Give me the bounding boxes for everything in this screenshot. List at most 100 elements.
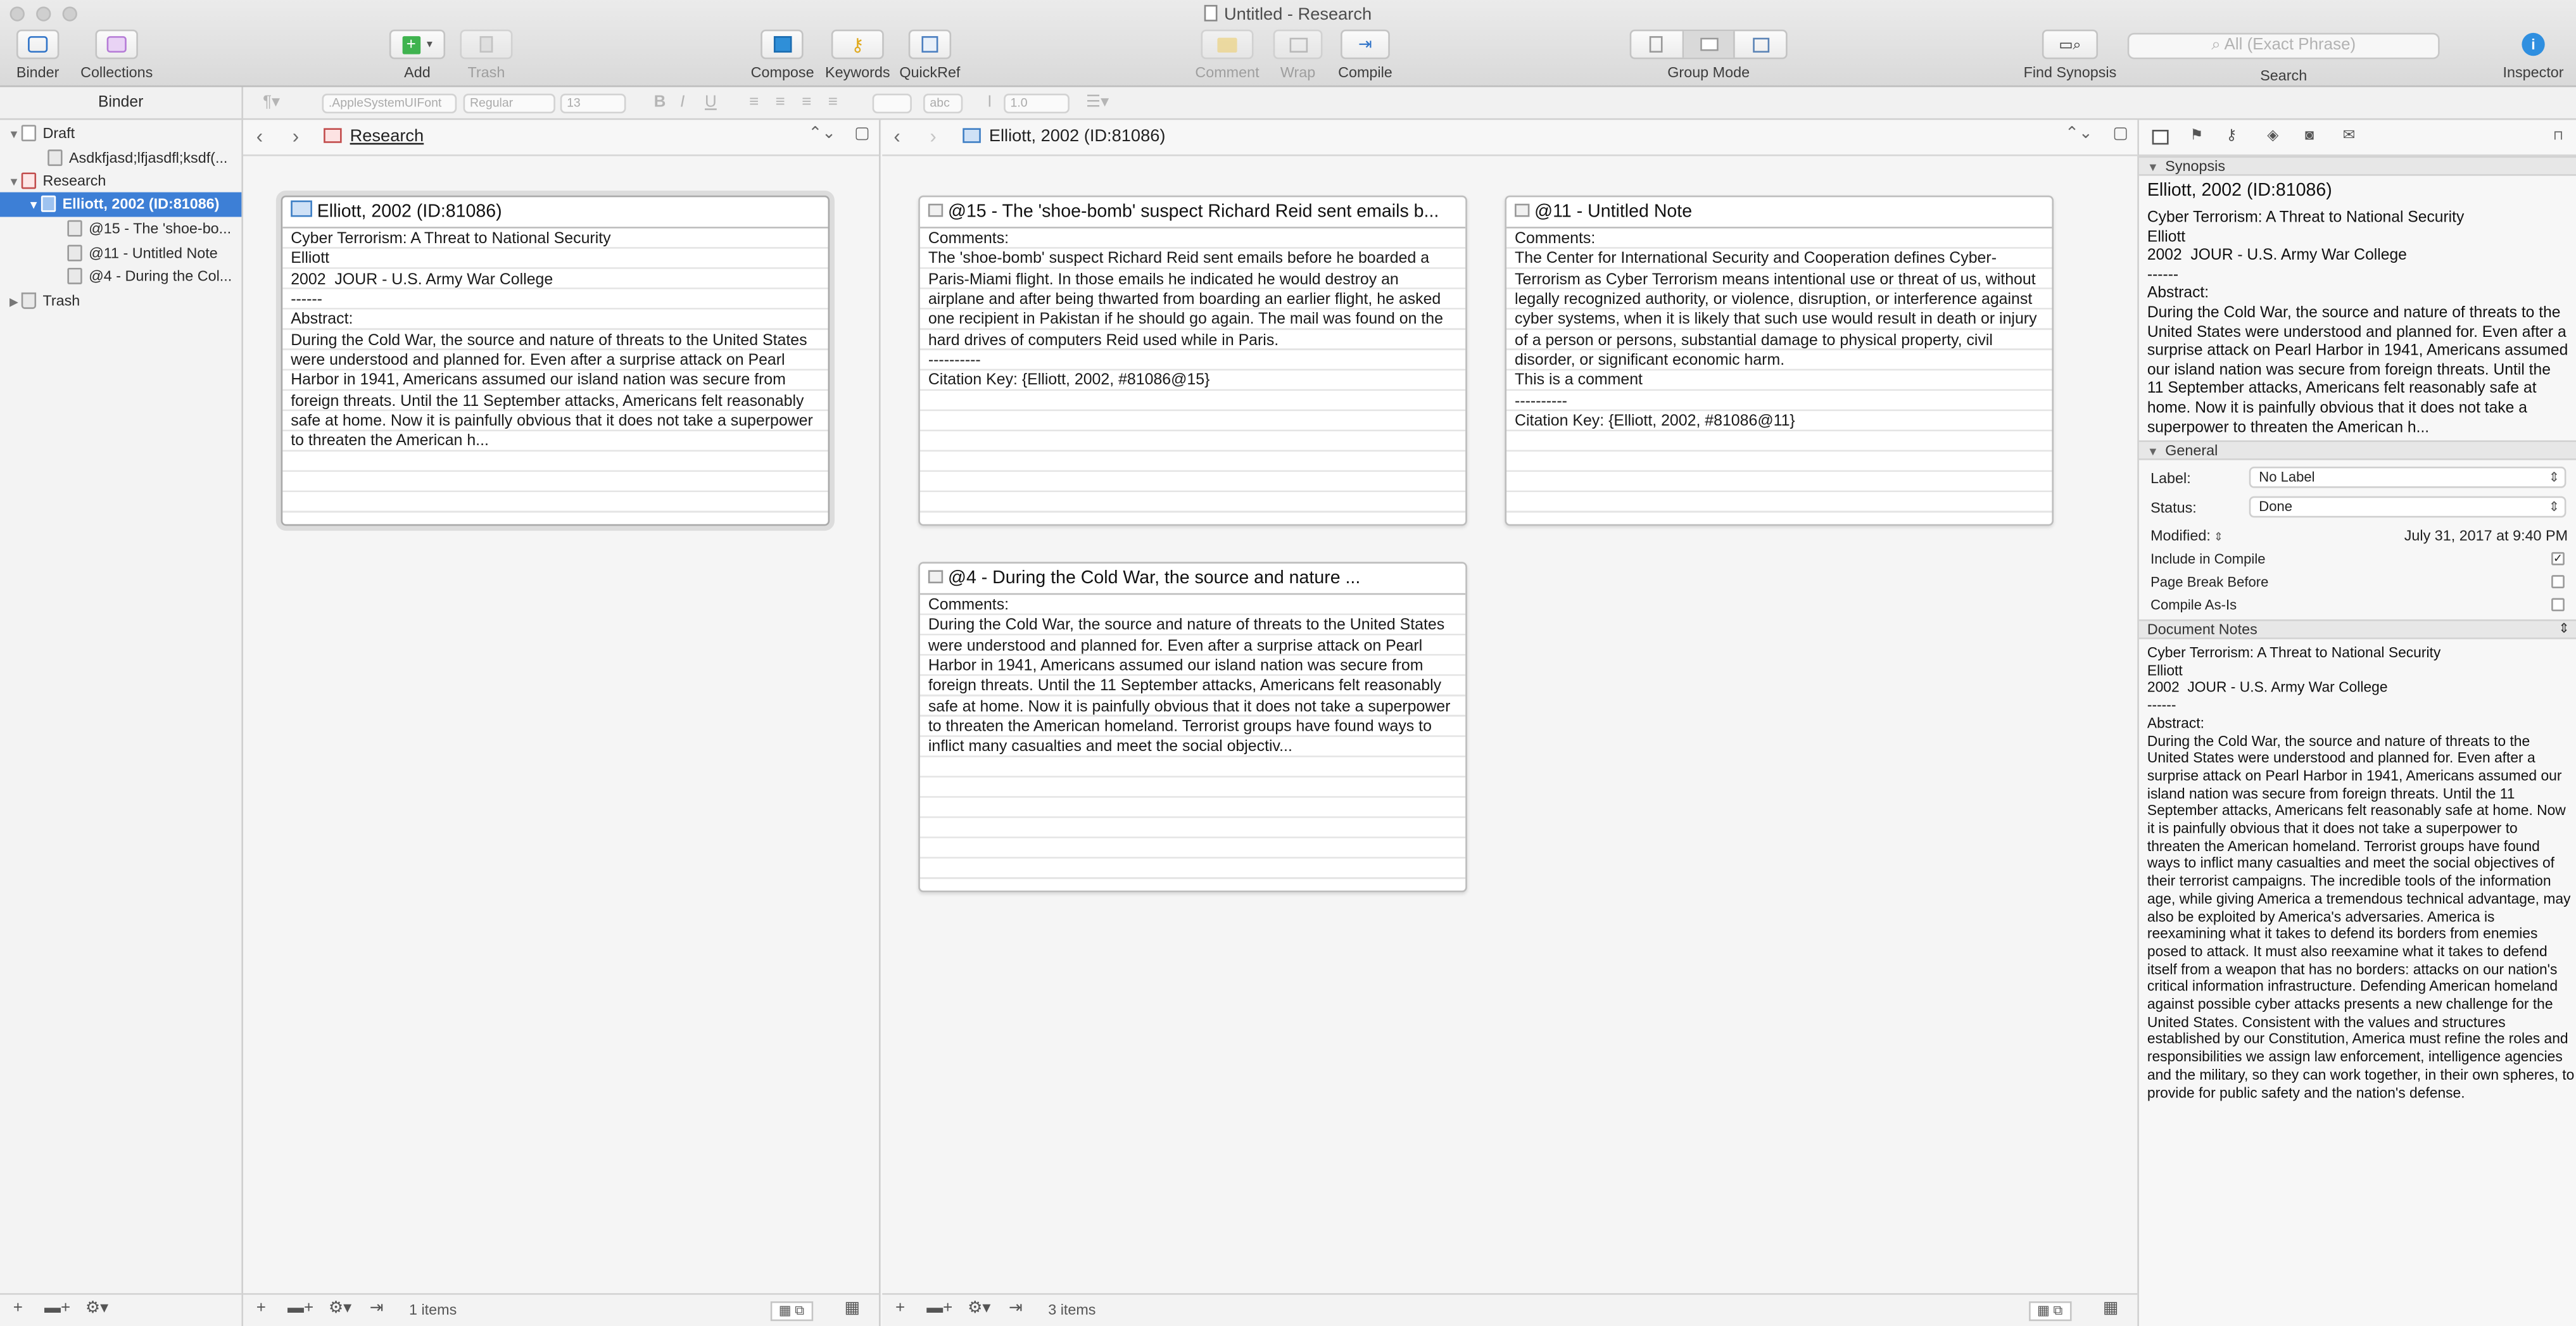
trash-button[interactable]: Trash bbox=[460, 29, 513, 80]
line-spacing-select[interactable]: 1.0 bbox=[1004, 93, 1070, 114]
add-card-button[interactable]: + bbox=[895, 1299, 905, 1318]
bold-button[interactable]: B bbox=[654, 94, 666, 112]
scrivenings-mode-icon[interactable] bbox=[1631, 31, 1684, 58]
synopsis-text[interactable]: Cyber Terrorism: A Threat to National Se… bbox=[2147, 209, 2571, 436]
draft-folder-icon bbox=[21, 125, 37, 142]
card-synopsis[interactable]: Comments: The 'shoe-bomb' suspect Richar… bbox=[920, 229, 1465, 393]
label-select[interactable]: No Label bbox=[2249, 466, 2567, 488]
binder-button[interactable]: Binder bbox=[11, 29, 64, 80]
text-color-select[interactable] bbox=[872, 93, 912, 114]
export-icon[interactable]: ⇥ bbox=[370, 1299, 384, 1318]
inspector-button[interactable]: i Inspector bbox=[2497, 30, 2569, 80]
quickref-button[interactable]: QuickRef bbox=[899, 29, 961, 80]
binder-item-draft[interactable]: ▼ Draft bbox=[0, 122, 241, 144]
index-card[interactable]: Elliott, 2002 (ID:81086) Cyber Terrorism… bbox=[281, 195, 830, 526]
navigate-up-down-icon[interactable]: ⌃⌄ bbox=[808, 125, 835, 143]
left-breadcrumb[interactable]: Research bbox=[324, 127, 424, 146]
list-style-icon[interactable]: ☰▾ bbox=[1086, 94, 1109, 112]
corkboard-mode-icon[interactable] bbox=[1683, 31, 1736, 58]
add-button[interactable]: + ▾ Add bbox=[389, 29, 446, 80]
binder-item-research[interactable]: ▼ Research bbox=[0, 169, 241, 192]
keywords-button[interactable]: ⚷ Keywords bbox=[823, 29, 892, 80]
card-synopsis[interactable]: Comments: During the Cold War, the sourc… bbox=[920, 595, 1465, 759]
font-size-select[interactable]: 13 bbox=[560, 93, 626, 114]
bookmark-tab-icon[interactable]: ⚑ bbox=[2190, 127, 2206, 143]
page-break-before-checkbox[interactable] bbox=[2551, 575, 2565, 588]
outliner-mode-icon[interactable] bbox=[1736, 31, 1786, 58]
compile-as-is-checkbox[interactable] bbox=[2551, 598, 2565, 612]
card-synopsis[interactable]: Comments: The Center for International S… bbox=[1506, 229, 2052, 433]
align-left-icon[interactable]: ≡ bbox=[749, 94, 759, 112]
index-card[interactable]: @11 - Untitled Note Comments: The Center… bbox=[1505, 195, 2054, 526]
document-notes-header[interactable]: Document Notes ⇕ bbox=[2138, 619, 2576, 640]
binder-item-note-15[interactable]: @15 - The 'shoe-bo... bbox=[0, 217, 241, 240]
navigate-up-down-icon[interactable]: ⌃⌄ bbox=[2065, 125, 2092, 143]
index-card[interactable]: @15 - The 'shoe-bomb' suspect Richard Re… bbox=[918, 195, 1467, 526]
card-layout-toggle[interactable]: ▦ ⧉ bbox=[770, 1301, 812, 1322]
add-item-button[interactable]: + bbox=[13, 1299, 23, 1318]
key-tab-icon[interactable]: ⚷ bbox=[2226, 127, 2242, 143]
split-toggle-icon[interactable]: ▢ bbox=[2112, 125, 2128, 143]
binder-item-elliott-2002[interactable]: ▼ Elliott, 2002 (ID:81086) bbox=[0, 192, 242, 217]
grid-view-icon[interactable]: ▦ bbox=[845, 1299, 861, 1318]
grid-view-icon[interactable]: ▦ bbox=[2103, 1299, 2119, 1318]
forward-arrow-icon[interactable]: › bbox=[293, 125, 299, 148]
comment-button[interactable]: Comment bbox=[1193, 29, 1262, 80]
folder-icon bbox=[291, 200, 312, 217]
split-toggle-icon[interactable]: ▢ bbox=[854, 125, 870, 143]
add-folder-button[interactable]: ▬+ bbox=[44, 1299, 70, 1318]
notes-menu-icon[interactable]: ⇕ bbox=[2558, 621, 2569, 638]
export-icon[interactable]: ⇥ bbox=[1009, 1299, 1023, 1318]
justify-icon[interactable]: ≡ bbox=[828, 94, 838, 112]
lock-icon[interactable]: ⊓ bbox=[2553, 128, 2570, 142]
general-section-header[interactable]: ▼ General bbox=[2138, 440, 2576, 460]
back-arrow-icon[interactable]: ‹ bbox=[893, 125, 900, 148]
binder-item-note-4[interactable]: @4 - During the Col... bbox=[0, 265, 241, 287]
find-synopsis-button[interactable]: ▭⌕ Find Synopsis bbox=[2019, 29, 2121, 80]
card-synopsis[interactable]: Cyber Terrorism: A Threat to National Se… bbox=[282, 229, 828, 453]
compile-button[interactable]: ⇥ Compile bbox=[1335, 29, 1394, 80]
document-notes-text[interactable]: Cyber Terrorism: A Threat to National Se… bbox=[2147, 644, 2575, 1101]
italic-button[interactable]: I bbox=[680, 94, 685, 112]
include-in-compile-checkbox[interactable]: ✓ bbox=[2551, 552, 2565, 565]
paragraph-style-icon[interactable]: ¶▾ bbox=[263, 94, 280, 112]
snapshot-tab-icon[interactable]: ◙ bbox=[2305, 127, 2321, 143]
binder-item-note-11[interactable]: @11 - Untitled Note bbox=[0, 241, 241, 264]
right-breadcrumb[interactable]: Elliott, 2002 (ID:81086) bbox=[963, 127, 1165, 146]
font-style-select[interactable]: Regular bbox=[463, 93, 555, 114]
disclosure-triangle-icon[interactable]: ▼ bbox=[6, 172, 21, 192]
status-select[interactable]: Done bbox=[2249, 496, 2567, 518]
add-folder-button[interactable]: ▬+ bbox=[926, 1299, 952, 1318]
modified-date: July 31, 2017 at 9:40 PM bbox=[2404, 527, 2568, 544]
gear-icon[interactable]: ⚙▾ bbox=[329, 1299, 351, 1318]
binder-item-draft-doc[interactable]: Asdkfjasd;lfjasdfl;ksdf(... bbox=[0, 146, 241, 169]
synopsis-title[interactable]: Elliott, 2002 (ID:81086) bbox=[2147, 179, 2571, 202]
index-card[interactable]: @4 - During the Cold War, the source and… bbox=[918, 562, 1467, 892]
group-mode-control[interactable]: Group Mode bbox=[1629, 29, 1788, 80]
document-icon bbox=[1204, 4, 1218, 22]
highlight-color-select[interactable]: abc bbox=[923, 93, 963, 114]
comments-tab-icon[interactable]: ✉ bbox=[2343, 127, 2359, 143]
align-right-icon[interactable]: ≡ bbox=[802, 94, 811, 112]
binder-item-trash[interactable]: ▶ Trash bbox=[0, 289, 241, 312]
underline-button[interactable]: U bbox=[705, 94, 717, 112]
forward-arrow-icon[interactable]: › bbox=[930, 125, 936, 148]
add-folder-button[interactable]: ▬+ bbox=[287, 1299, 313, 1318]
align-center-icon[interactable]: ≡ bbox=[776, 94, 785, 112]
compose-button[interactable]: Compose bbox=[751, 29, 814, 80]
gear-icon[interactable]: ⚙▾ bbox=[968, 1299, 990, 1318]
synopsis-section-header[interactable]: ▼ Synopsis bbox=[2138, 156, 2576, 176]
back-arrow-icon[interactable]: ‹ bbox=[256, 125, 263, 148]
notes-tab-icon[interactable] bbox=[2152, 129, 2169, 145]
disclosure-triangle-icon[interactable]: ▼ bbox=[6, 125, 21, 144]
disclosure-triangle-icon[interactable]: ▼ bbox=[27, 196, 41, 217]
gear-icon[interactable]: ⚙▾ bbox=[85, 1299, 108, 1318]
add-card-button[interactable]: + bbox=[256, 1299, 266, 1318]
disclosure-triangle-icon[interactable]: ▶ bbox=[6, 293, 21, 312]
tag-tab-icon[interactable]: ◈ bbox=[2267, 127, 2283, 143]
search-input[interactable]: ⌕ All (Exact Phrase) bbox=[2127, 32, 2440, 60]
wrap-button[interactable]: Wrap bbox=[1273, 29, 1323, 80]
collections-button[interactable]: Collections bbox=[77, 29, 156, 80]
font-family-select[interactable]: .AppleSystemUIFont bbox=[322, 93, 457, 114]
card-layout-toggle[interactable]: ▦ ⧉ bbox=[2029, 1301, 2071, 1322]
